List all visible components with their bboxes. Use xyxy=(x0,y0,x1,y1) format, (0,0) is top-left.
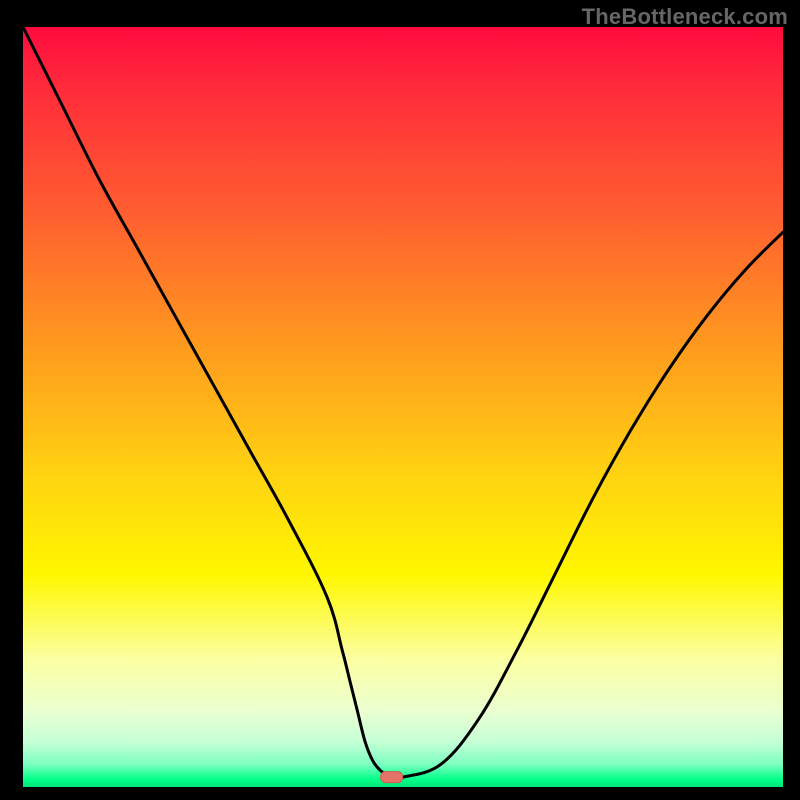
chart-overlay xyxy=(23,27,783,787)
bottleneck-curve xyxy=(23,27,783,778)
watermark-text: TheBottleneck.com xyxy=(582,4,788,30)
chart-frame: TheBottleneck.com xyxy=(0,0,800,800)
optimal-marker xyxy=(381,772,403,783)
plot-area xyxy=(23,27,783,787)
